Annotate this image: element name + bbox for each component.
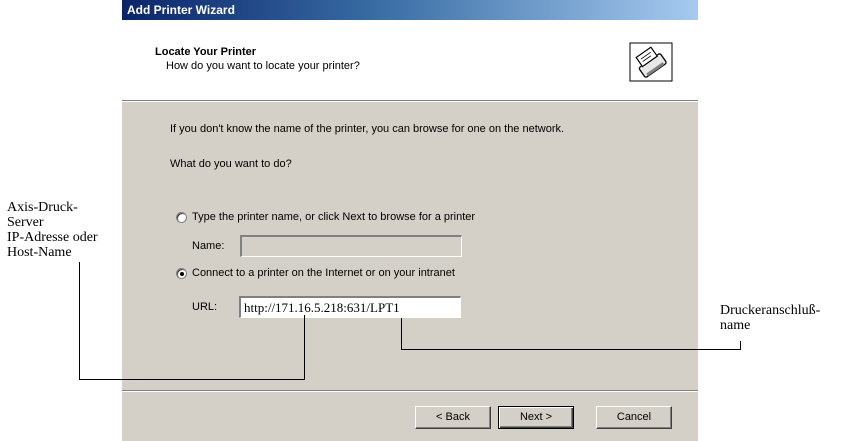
title-bar[interactable]: Add Printer Wizard: [122, 0, 698, 20]
leader-line-left-connector: [304, 315, 305, 380]
wizard-header: Locate Your Printer How do you want to l…: [122, 20, 698, 101]
callout-line: Server: [7, 215, 44, 230]
cancel-button[interactable]: Cancel: [596, 406, 672, 429]
page-subtitle: How do you want to locate your printer?: [166, 60, 360, 72]
radio-connect-internet[interactable]: [176, 268, 187, 279]
leader-line-right-horizontal: [401, 349, 741, 350]
radio-type-printer-name[interactable]: [176, 212, 187, 223]
printer-icon: [629, 42, 673, 82]
leader-line-left-horizontal: [79, 379, 305, 380]
question-text: What do you want to do?: [170, 158, 292, 170]
page-title: Locate Your Printer: [155, 46, 257, 58]
leader-line-right-vertical: [401, 318, 402, 350]
back-button[interactable]: < Back: [415, 406, 491, 429]
window-title: Add Printer Wizard: [127, 3, 235, 17]
intro-text: If you don't know the name of the printe…: [170, 123, 565, 135]
url-field-label: URL:: [192, 301, 218, 313]
url-input[interactable]: http://171.16.5.218:631/LPT1: [239, 296, 461, 318]
footer-separator: [122, 390, 698, 392]
printer-name-input[interactable]: [240, 235, 462, 257]
callout-line: Host-Name: [7, 245, 72, 260]
add-printer-wizard-dialog: Add Printer Wizard Locate Your Printer H…: [122, 0, 698, 441]
leader-line-right-tick: [740, 341, 741, 350]
callout-line: Druckeranschluß-: [720, 303, 821, 318]
callout-line: Axis-Druck-: [7, 200, 78, 215]
leader-line-left-vertical: [79, 262, 80, 379]
radio-label-connect-internet[interactable]: Connect to a printer on the Internet or …: [192, 267, 455, 279]
radio-label-type-printer-name[interactable]: Type the printer name, or click Next to …: [192, 211, 475, 223]
callout-line: name: [720, 318, 751, 333]
callout-print-server-address: Axis-Druck- Server IP-Adresse oder Host-…: [7, 200, 125, 260]
callout-line: IP-Adresse oder: [7, 230, 98, 245]
name-field-label: Name:: [192, 240, 225, 252]
next-button[interactable]: Next >: [498, 406, 574, 429]
callout-printer-port-name: Druckeranschluß- name: [720, 303, 848, 333]
